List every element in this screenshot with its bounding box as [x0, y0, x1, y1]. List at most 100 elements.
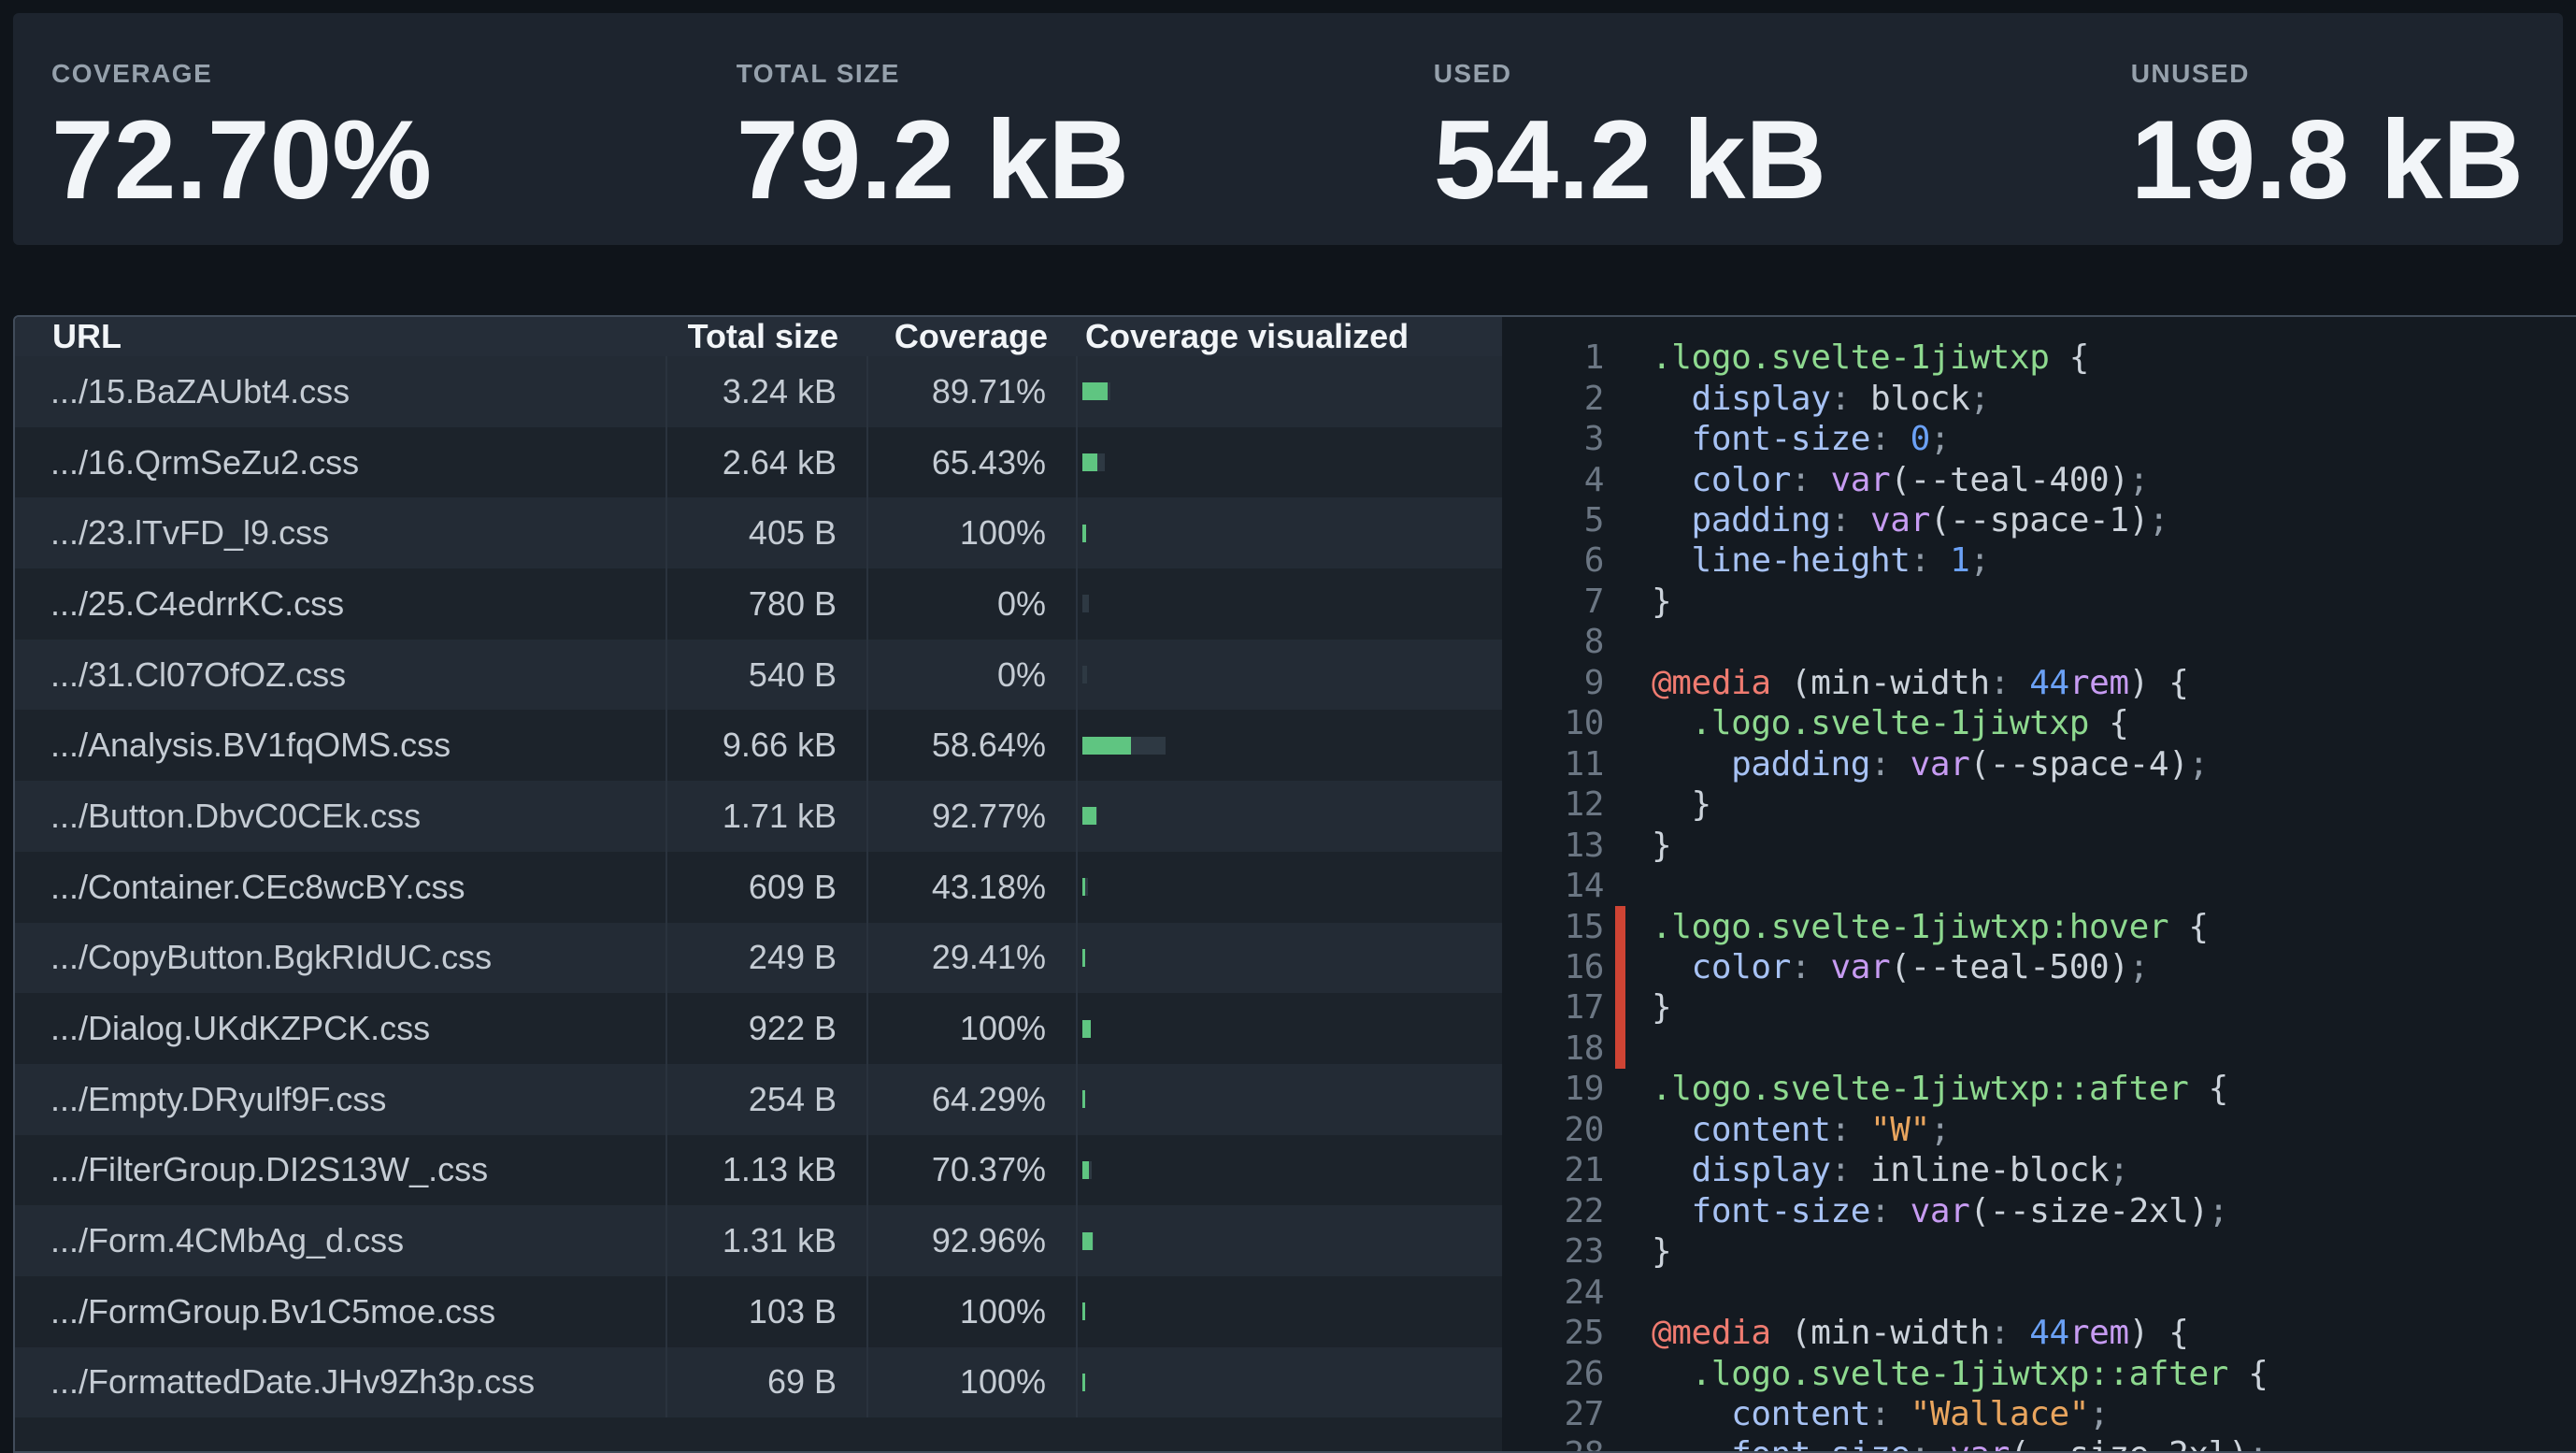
file-url[interactable]: .../Container.CEc8wcBY.css [15, 852, 667, 923]
stat-unused: UNUSED19.8 kB [2131, 60, 2524, 245]
code-viewer[interactable]: 1.logo.svelte-1jiwtxp {2 display: block;… [1502, 317, 2576, 1451]
file-coverage-percent: 43.18% [868, 852, 1078, 923]
file-coverage-percent: 100% [868, 1276, 1078, 1347]
table-row[interactable]: .../Container.CEc8wcBY.css609 B43.18% [15, 852, 1502, 923]
coverage-marker-covered [1615, 1313, 1625, 1353]
file-url[interactable]: .../Empty.DRyulf9F.css [15, 1064, 667, 1135]
file-url[interactable]: .../15.BaZAUbt4.css [15, 356, 667, 427]
coverage-bar [1082, 1090, 1085, 1108]
code-line: 12 } [1502, 784, 2576, 825]
table-row[interactable]: .../31.Cl07OfOZ.css540 B0% [15, 640, 1502, 711]
coverage-bar [1082, 949, 1085, 967]
table-row[interactable]: .../CopyButton.BgkRIdUC.css249 B29.41% [15, 923, 1502, 994]
table-row[interactable]: .../Dialog.UKdKZPCK.css922 B100% [15, 993, 1502, 1064]
file-table-header: URL Total size Coverage Coverage visuali… [15, 317, 1502, 356]
table-row[interactable]: .../FormattedDate.JHv9Zh3p.css69 B100% [15, 1347, 1502, 1418]
file-url[interactable]: .../CopyButton.BgkRIdUC.css [15, 923, 667, 994]
code-line: 26 .logo.svelte-1jiwtxp::after { [1502, 1353, 2576, 1393]
coverage-bar [1082, 807, 1097, 825]
line-number: 24 [1502, 1273, 1604, 1312]
file-coverage-percent: 0% [868, 640, 1078, 711]
line-number: 19 [1502, 1070, 1604, 1108]
line-number: 5 [1502, 501, 1604, 539]
code-text: line-height: 1; [1652, 541, 1990, 580]
column-header-coverage-visualized: Coverage visualized [1078, 317, 1502, 356]
file-url[interactable]: .../16.QrmSeZu2.css [15, 427, 667, 498]
file-coverage-percent: 70.37% [868, 1135, 1078, 1206]
coverage-bar-cell [1078, 1205, 1502, 1276]
code-line: 3 font-size: 0; [1502, 419, 2576, 459]
table-row[interactable]: .../Analysis.BV1fqOMS.css9.66 kB58.64% [15, 710, 1502, 781]
coverage-marker-covered [1615, 825, 1625, 865]
coverage-bar-unused [1089, 1161, 1092, 1179]
code-text: color: var(--teal-500); [1652, 948, 2149, 986]
table-row[interactable]: .../16.QrmSeZu2.css2.64 kB65.43% [15, 427, 1502, 498]
code-text: font-size: 0; [1652, 420, 1950, 458]
coverage-bar [1082, 666, 1087, 683]
file-url[interactable]: .../FormGroup.Bv1C5moe.css [15, 1276, 667, 1347]
line-number: 16 [1502, 948, 1604, 986]
code-text: .logo.svelte-1jiwtxp:hover { [1652, 908, 2209, 946]
coverage-marker-covered [1615, 1110, 1625, 1150]
column-header-url[interactable]: URL [15, 317, 667, 356]
file-url[interactable]: .../Button.DbvC0CEk.css [15, 781, 667, 852]
file-url[interactable]: .../FilterGroup.DI2S13W_.css [15, 1135, 667, 1206]
code-line: 17} [1502, 987, 2576, 1028]
table-row[interactable]: .../Button.DbvC0CEk.css1.71 kB92.77% [15, 781, 1502, 852]
column-header-total-size[interactable]: Total size [667, 317, 868, 356]
coverage-bar [1082, 525, 1086, 542]
coverage-bar-used [1082, 949, 1085, 967]
line-number: 12 [1502, 785, 1604, 824]
column-header-coverage[interactable]: Coverage [868, 317, 1078, 356]
file-url[interactable]: .../Analysis.BV1fqOMS.css [15, 710, 667, 781]
code-line: 28 font-size: var(--size-2xl); [1502, 1434, 2576, 1451]
file-total-size: 1.13 kB [667, 1135, 868, 1206]
code-line: 11 padding: var(--space-4); [1502, 744, 2576, 784]
coverage-marker-covered [1615, 582, 1625, 622]
coverage-bar [1082, 1374, 1085, 1391]
stat-coverage: COVERAGE72.70% [51, 60, 432, 245]
coverage-marker-covered [1615, 1191, 1625, 1231]
file-url[interactable]: .../Form.4CMbAg_d.css [15, 1205, 667, 1276]
code-line: 22 font-size: var(--size-2xl); [1502, 1191, 2576, 1231]
code-line: 27 content: "Wallace"; [1502, 1394, 2576, 1434]
coverage-marker-covered [1615, 1150, 1625, 1190]
file-url[interactable]: .../25.C4edrrKC.css [15, 568, 667, 640]
code-text: color: var(--teal-400); [1652, 461, 2149, 499]
coverage-bar-cell [1078, 993, 1502, 1064]
file-total-size: 922 B [667, 993, 868, 1064]
coverage-bar-cell [1078, 568, 1502, 640]
coverage-bar-cell [1078, 427, 1502, 498]
table-row[interactable]: .../25.C4edrrKC.css780 B0% [15, 568, 1502, 640]
coverage-bar-used [1082, 453, 1097, 471]
stat-label: COVERAGE [51, 60, 432, 89]
coverage-bar-used [1082, 1090, 1085, 1108]
code-line: 1.logo.svelte-1jiwtxp { [1502, 338, 2576, 378]
file-url[interactable]: .../FormattedDate.JHv9Zh3p.css [15, 1347, 667, 1418]
stat-used: USED54.2 kB [1434, 60, 1826, 245]
table-row-partial[interactable] [15, 1417, 1502, 1453]
file-total-size: 609 B [667, 852, 868, 923]
code-text: content: "Wallace"; [1652, 1395, 2109, 1433]
coverage-bar-cell [1078, 356, 1502, 427]
file-total-size: 540 B [667, 640, 868, 711]
file-coverage-percent: 100% [868, 993, 1078, 1064]
table-row[interactable]: .../Form.4CMbAg_d.css1.31 kB92.96% [15, 1205, 1502, 1276]
table-row[interactable]: .../15.BaZAUbt4.css3.24 kB89.71% [15, 356, 1502, 427]
coverage-bar-cell [1078, 497, 1502, 568]
stat-value: 79.2 kB [737, 104, 1129, 216]
file-url[interactable]: .../23.lTvFD_l9.css [15, 497, 667, 568]
code-line: 6 line-height: 1; [1502, 540, 2576, 581]
file-url[interactable]: .../31.Cl07OfOZ.css [15, 640, 667, 711]
code-line: 24 [1502, 1272, 2576, 1312]
coverage-bar-used [1082, 1374, 1085, 1391]
file-url[interactable]: .../Dialog.UKdKZPCK.css [15, 993, 667, 1064]
table-row[interactable]: .../23.lTvFD_l9.css405 B100% [15, 497, 1502, 568]
code-line: 9@media (min-width: 44rem) { [1502, 663, 2576, 703]
coverage-bar-used [1082, 737, 1131, 755]
table-row[interactable]: .../FormGroup.Bv1C5moe.css103 B100% [15, 1276, 1502, 1347]
table-row[interactable]: .../Empty.DRyulf9F.css254 B64.29% [15, 1064, 1502, 1135]
table-row[interactable]: .../FilterGroup.DI2S13W_.css1.13 kB70.37… [15, 1135, 1502, 1206]
code-line: 5 padding: var(--space-1); [1502, 500, 2576, 540]
line-number: 25 [1502, 1314, 1604, 1352]
